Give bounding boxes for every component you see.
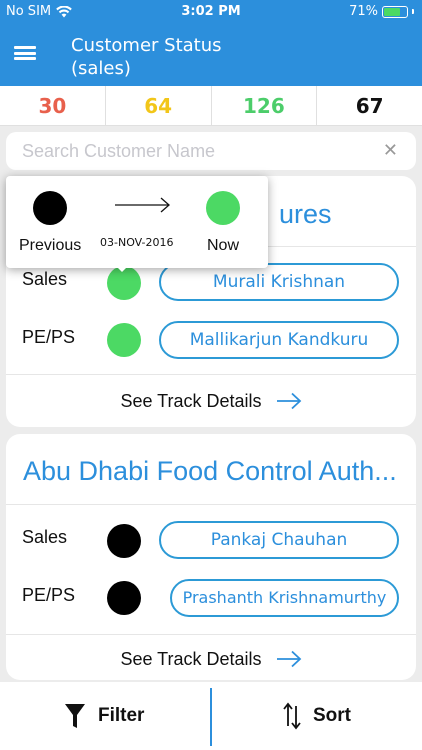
menu-line [14,46,36,49]
menu-line [14,51,36,55]
see-track-details-link[interactable]: See Track Details [6,639,416,679]
page-title-line2: (sales) [71,58,131,79]
search-input[interactable] [22,132,362,170]
see-track-label: See Track Details [120,390,262,411]
count-yellow[interactable]: 64 [106,86,212,125]
filter-icon [65,704,85,728]
menu-line [14,57,36,60]
page-title: Customer Status (sales) [71,34,271,80]
page-title-line1: Customer Status [71,35,222,56]
person-button-sales[interactable]: Pankaj Chauhan [159,521,399,559]
sort-icon [283,702,301,730]
bottom-toolbar: Filter Sort [0,682,422,750]
person-button-sales[interactable]: Murali Krishnan [159,263,399,301]
clear-icon[interactable]: ✕ [383,140,398,162]
status-counts: 30 64 126 67 [0,86,422,126]
now-label: Now [207,237,240,254]
status-dot-peps [107,323,141,357]
person-button-peps[interactable]: Prashanth Krishnamurthy [170,579,399,617]
row-label-peps: PE/PS [22,327,76,347]
divider [6,504,416,505]
divider [6,374,416,375]
see-track-details-link[interactable]: See Track Details [6,381,416,421]
battery-fill [384,7,400,16]
customer-name[interactable]: ures [279,199,409,230]
search-bar: ✕ [6,132,416,170]
arrow-right-icon [276,650,301,668]
previous-status-dot [33,191,67,225]
status-history-popup: Previous 03-NOV-2016 Now [6,176,268,268]
arrow-right-icon [115,197,170,213]
status-dot-sales [107,524,141,558]
customer-card: Abu Dhabi Food Control Auth... Sales Pan… [6,434,416,680]
battery-group: 71% [349,4,414,19]
see-track-label: See Track Details [120,648,262,669]
filter-button[interactable]: Filter [64,682,144,750]
now-status-dot [206,191,240,225]
status-bar: No SIM 3:02 PM 71% [0,0,422,24]
customer-name[interactable]: Abu Dhabi Food Control Auth... [23,456,408,487]
row-label-peps: PE/PS [22,585,76,605]
row-label-sales: Sales [22,527,68,547]
app-header: Customer Status (sales) [0,24,422,86]
hamburger-menu-icon[interactable] [14,44,36,62]
status-dot-peps [107,581,141,615]
status-change-date: 03-NOV-2016 [100,236,174,249]
divider [6,634,416,635]
count-green[interactable]: 126 [212,86,318,125]
filter-label: Filter [98,705,145,726]
sort-button[interactable]: Sort [283,682,351,750]
toolbar-divider [210,688,212,746]
arrow-right-icon [276,392,301,410]
count-total[interactable]: 67 [317,86,422,125]
battery-icon [382,5,408,18]
previous-label: Previous [19,237,82,254]
person-button-peps[interactable]: Mallikarjun Kandkuru [159,321,399,359]
battery-percent: 71% [349,4,378,19]
popup-pointer [112,262,132,272]
row-label-sales: Sales [22,269,68,289]
battery-tip [412,9,414,14]
sort-label: Sort [313,705,351,726]
count-red[interactable]: 30 [0,86,106,125]
